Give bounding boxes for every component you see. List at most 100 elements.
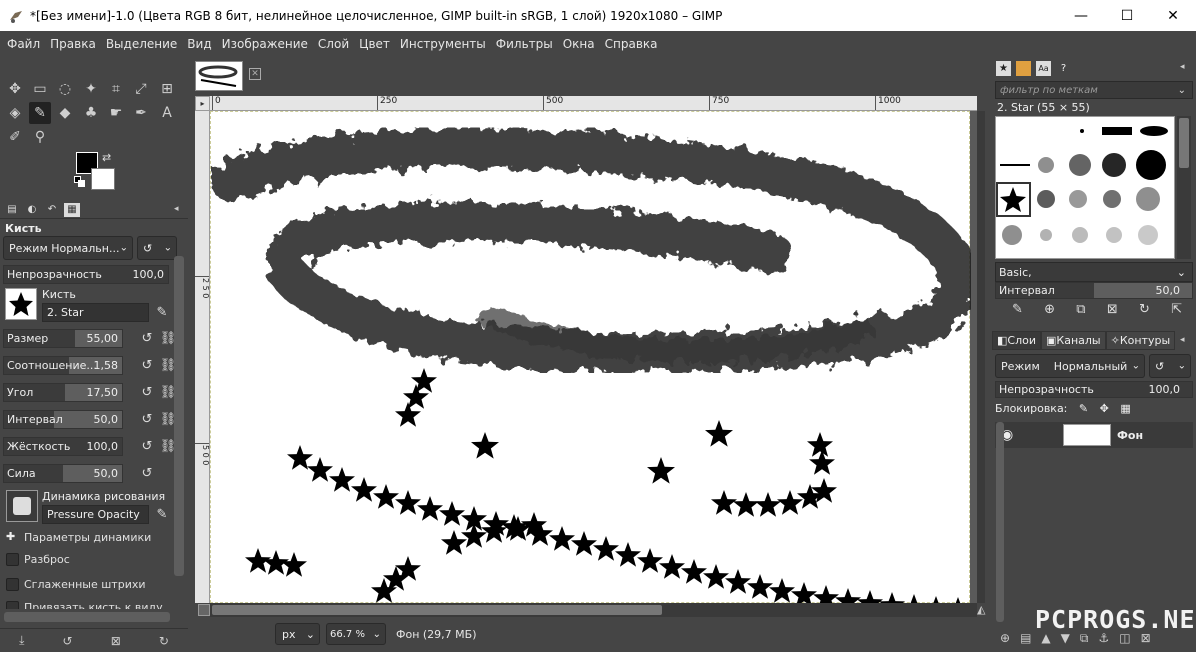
new-layer-group-icon[interactable]: ▤	[1020, 631, 1031, 645]
edit-brush-icon[interactable]: ✎	[154, 304, 170, 320]
brush-grid[interactable]	[995, 116, 1175, 259]
reset-spacing-icon[interactable]: ↺	[139, 411, 155, 427]
lasso-tool-icon[interactable]: ◌	[54, 78, 76, 100]
paint-mode-select[interactable]: Режим Нормальн... ⌄	[3, 236, 133, 260]
layer-mode-reset-button[interactable]: ↺ ⌄	[1149, 354, 1191, 378]
layer-row[interactable]: ◉ Фон	[995, 422, 1193, 448]
reset-force-icon[interactable]: ↺	[139, 465, 155, 481]
brush-preset-select[interactable]: Basic, ⌄	[995, 262, 1193, 282]
brushes-tab-icon[interactable]: ★	[996, 60, 1011, 76]
delete-brush-icon[interactable]: ⊠	[1107, 302, 1118, 317]
reset-aspect-icon[interactable]: ↺	[139, 357, 155, 373]
visibility-eye-icon[interactable]: ◉	[1001, 427, 1023, 443]
reset-colors-icon[interactable]	[74, 176, 86, 188]
reset-angle-icon[interactable]: ↺	[139, 384, 155, 400]
panel-menu-icon[interactable]: ◂	[1180, 62, 1185, 72]
transform-tool-icon[interactable]: ⤢	[130, 78, 152, 100]
options-vscrollbar[interactable]	[174, 256, 184, 576]
smooth-strokes-checkbox[interactable]	[6, 578, 19, 591]
reset-size-icon[interactable]: ↺	[139, 330, 155, 346]
maximize-button[interactable]: ☐	[1104, 0, 1150, 31]
panel-menu-icon[interactable]: ◂	[174, 204, 179, 214]
edit-brush-icon[interactable]: ✎	[1012, 302, 1023, 317]
angle-slider[interactable]: Угол 17,50	[3, 383, 123, 402]
menu-layer[interactable]: Слой	[313, 37, 354, 51]
tag-filter-input[interactable]: фильтр по меткам ⌄	[995, 81, 1193, 99]
aspect-ratio-slider[interactable]: Соотношение... 1,58	[3, 356, 123, 375]
scatter-checkbox[interactable]	[6, 553, 19, 566]
smudge-tool-icon[interactable]: ☛	[105, 102, 127, 124]
hscroll-thumb[interactable]	[212, 605, 662, 615]
tab-layers[interactable]: ◧ Слои	[992, 330, 1041, 350]
menu-image[interactable]: Изображение	[217, 37, 313, 51]
crop-tool-icon[interactable]: ⌗	[105, 78, 127, 100]
brush-grid-scrollbar[interactable]	[1177, 116, 1191, 259]
menu-edit[interactable]: Правка	[45, 37, 101, 51]
brush-preview[interactable]	[5, 288, 37, 320]
background-color-swatch[interactable]	[91, 168, 115, 190]
duplicate-brush-icon[interactable]: ⧉	[1076, 302, 1085, 317]
close-button[interactable]: ✕	[1150, 0, 1196, 31]
restore-options-icon[interactable]: ↺	[63, 634, 73, 648]
canvas-vscrollbar[interactable]	[977, 111, 985, 603]
size-slider[interactable]: Размер 55,00	[3, 329, 123, 348]
menu-colors[interactable]: Цвет	[354, 37, 395, 51]
menu-select[interactable]: Выделение	[101, 37, 182, 51]
tool-options-tab-icon[interactable]: ▤	[4, 203, 20, 217]
eraser-tool-icon[interactable]: ◆	[54, 102, 76, 124]
text-tool-icon[interactable]: A	[156, 102, 178, 124]
undo-history-tab-icon[interactable]: ↶	[44, 203, 60, 217]
tab-paths[interactable]: ✧ Контуры	[1105, 330, 1176, 350]
new-layer-icon[interactable]: ⊕	[1000, 631, 1010, 645]
device-status-tab-icon[interactable]: ◐	[24, 203, 40, 217]
warp-tool-icon[interactable]: ⊞	[156, 78, 178, 100]
help-tab-icon[interactable]: ?	[1056, 61, 1071, 76]
navigate-icon[interactable]: ◭	[977, 603, 989, 617]
color-picker-tool-icon[interactable]: ✐	[4, 126, 26, 148]
fonts-tab-icon[interactable]: Aa	[1036, 60, 1051, 76]
brush-scroll-thumb[interactable]	[1179, 118, 1189, 168]
force-slider[interactable]: Сила 50,0	[3, 464, 123, 483]
menu-windows[interactable]: Окна	[558, 37, 600, 51]
ruler-corner-icon[interactable]: ▸	[195, 96, 210, 111]
fuzzy-select-tool-icon[interactable]: ✦	[80, 78, 102, 100]
image-canvas[interactable]	[210, 111, 977, 603]
move-tool-icon[interactable]: ✥	[4, 78, 26, 100]
save-options-icon[interactable]: ⤓	[19, 633, 24, 648]
rect-select-tool-icon[interactable]: ▭	[29, 78, 51, 100]
edit-dynamics-icon[interactable]: ✎	[154, 506, 170, 522]
brush-spacing-slider[interactable]: Интервал 50,0	[995, 282, 1193, 299]
brush-name-field[interactable]: 2. Star	[42, 303, 149, 322]
images-tab-icon[interactable]: ▦	[64, 202, 80, 217]
refresh-brushes-icon[interactable]: ↻	[1139, 302, 1150, 317]
menu-view[interactable]: Вид	[182, 37, 216, 51]
bucket-fill-tool-icon[interactable]: ◈	[4, 102, 26, 124]
dynamics-name-field[interactable]: Pressure Opacity	[42, 505, 149, 524]
opacity-slider[interactable]: Непрозрачность 100,0	[3, 265, 169, 284]
new-brush-icon[interactable]: ⊕	[1044, 302, 1055, 317]
clone-tool-icon[interactable]: ♣	[80, 102, 102, 124]
layer-name[interactable]: Фон	[1117, 429, 1143, 442]
open-brush-icon[interactable]: ⇱	[1171, 302, 1182, 317]
quick-mask-toggle[interactable]	[198, 604, 210, 616]
paths-tool-icon[interactable]: ✒	[130, 102, 152, 124]
hardness-slider[interactable]: Жёсткость 100,0	[3, 437, 123, 456]
lock-position-icon[interactable]: ✥	[1100, 402, 1109, 415]
tab-channels[interactable]: ▣ Каналы	[1041, 330, 1106, 350]
canvas-area[interactable]	[210, 111, 977, 603]
zoom-select[interactable]: 66.7 % ⌄	[326, 623, 386, 645]
minimize-button[interactable]: —	[1058, 0, 1104, 31]
layer-opacity-slider[interactable]: Непрозрачность 100,0	[995, 381, 1193, 398]
zoom-tool-icon[interactable]: ⚲	[29, 126, 51, 148]
lock-pixels-icon[interactable]: ✎	[1079, 402, 1088, 415]
menu-tools[interactable]: Инструменты	[395, 37, 491, 51]
options-hscrollbar[interactable]	[4, 612, 170, 622]
panel-menu-icon[interactable]: ◂	[1180, 335, 1185, 345]
dynamics-preview[interactable]	[6, 490, 38, 522]
lock-alpha-icon[interactable]: ▦	[1120, 402, 1130, 415]
swap-colors-icon[interactable]: ⇄	[102, 151, 111, 164]
reset-options-icon[interactable]: ↻	[159, 634, 169, 648]
menu-file[interactable]: Файл	[2, 37, 45, 51]
spacing-slider[interactable]: Интервал 50,0	[3, 410, 123, 429]
patterns-tab-icon[interactable]	[1016, 60, 1031, 76]
